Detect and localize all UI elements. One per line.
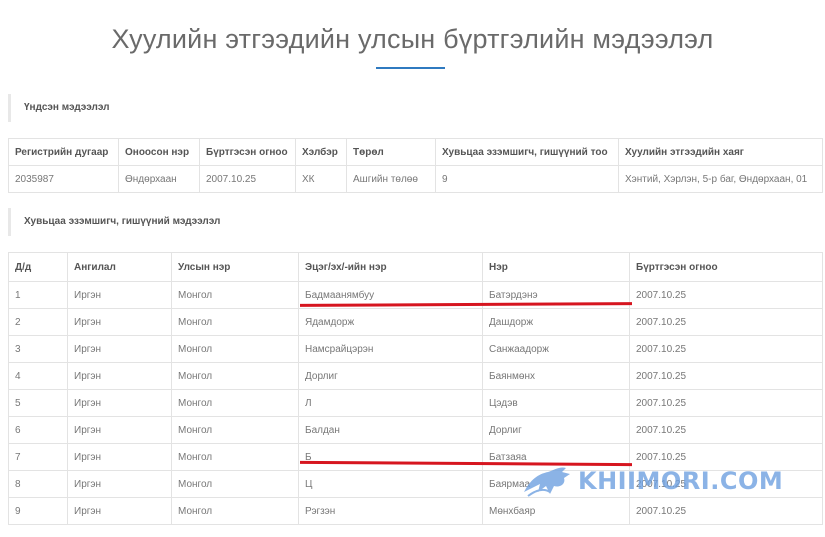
holder-category: Иргэн: [67, 470, 172, 498]
row-index: 9: [8, 497, 68, 525]
table-row: 2 Иргэн Монгол Ядамдорж Дашдорж 2007.10.…: [8, 308, 823, 336]
holder-category: Иргэн: [67, 335, 172, 363]
entity-form: ХК: [295, 165, 347, 193]
holder-category: Иргэн: [67, 497, 172, 525]
holder-parent-name: Дорлиг: [298, 362, 483, 390]
table-row: 6 Иргэн Монгол Балдан Дорлиг 2007.10.25: [8, 416, 823, 444]
holder-registration-date: 2007.10.25: [629, 389, 823, 417]
column-header: Хувьцаа эзэмшигч, гишүүний тоо: [435, 138, 619, 166]
holders-info-heading: Хувьцаа эзэмшигч, гишүүний мэдээлэл: [8, 208, 823, 236]
holder-country: Монгол: [171, 470, 299, 498]
column-header: Д/д: [8, 252, 68, 282]
table-header-row: Регистрийн дугаар Оноосон нэр Бүртгэсэн …: [8, 138, 823, 166]
row-index: 8: [8, 470, 68, 498]
column-header: Бүртгэсэн огноо: [629, 252, 823, 282]
entity-name: Өндөрхаан: [118, 165, 200, 193]
column-header: Бүртгэсэн огноо: [199, 138, 296, 166]
table-header-row: Д/д Ангилал Улсын нэр Эцэг/эх/-ийн нэр Н…: [8, 252, 823, 282]
column-header: Эцэг/эх/-ийн нэр: [298, 252, 483, 282]
horse-icon: [524, 467, 570, 497]
registration-number: 2035987: [8, 165, 119, 193]
row-index: 2: [8, 308, 68, 336]
row-index: 1: [8, 281, 68, 309]
member-count: 9: [435, 165, 619, 193]
row-index: 6: [8, 416, 68, 444]
holder-registration-date: 2007.10.25: [629, 416, 823, 444]
column-header: Нэр: [482, 252, 630, 282]
row-index: 4: [8, 362, 68, 390]
watermark-text: KHIIMORI.COM: [578, 467, 784, 495]
holder-country: Монгол: [171, 362, 299, 390]
table-row: 5 Иргэн Монгол Л Цэдэв 2007.10.25: [8, 389, 823, 417]
holder-parent-name: Намсрайцэрэн: [298, 335, 483, 363]
table-row: 3 Иргэн Монгол Намсрайцэрэн Санжаадорж 2…: [8, 335, 823, 363]
holder-country: Монгол: [171, 389, 299, 417]
column-header: Оноосон нэр: [118, 138, 200, 166]
holder-parent-name: Б: [298, 443, 483, 471]
registration-date: 2007.10.25: [199, 165, 296, 193]
holder-category: Иргэн: [67, 416, 172, 444]
holder-name: Цэдэв: [482, 389, 630, 417]
holder-country: Монгол: [171, 308, 299, 336]
column-header: Улсын нэр: [171, 252, 299, 282]
holder-category: Иргэн: [67, 443, 172, 471]
table-row: 4 Иргэн Монгол Дорлиг Баянмөнх 2007.10.2…: [8, 362, 823, 390]
holder-name: Дорлиг: [482, 416, 630, 444]
holder-country: Монгол: [171, 335, 299, 363]
holder-country: Монгол: [171, 497, 299, 525]
holder-category: Иргэн: [67, 308, 172, 336]
entity-type: Ашгийн төлөө: [346, 165, 436, 193]
table-row: 2035987 Өндөрхаан 2007.10.25 ХК Ашгийн т…: [8, 165, 823, 193]
basic-info-table: Регистрийн дугаар Оноосон нэр Бүртгэсэн …: [8, 138, 823, 193]
holder-registration-date: 2007.10.25: [629, 335, 823, 363]
column-header: Төрөл: [346, 138, 436, 166]
watermark-logo: KHIIMORI.COM: [520, 462, 810, 502]
column-header: Ангилал: [67, 252, 172, 282]
holder-parent-name: Ц: [298, 470, 483, 498]
basic-info-heading: Үндсэн мэдээлэл: [8, 94, 823, 122]
column-header: Регистрийн дугаар: [8, 138, 119, 166]
holder-parent-name: Ядамдорж: [298, 308, 483, 336]
column-header: Хэлбэр: [295, 138, 347, 166]
holder-country: Монгол: [171, 416, 299, 444]
holder-name: Баянмөнх: [482, 362, 630, 390]
row-index: 7: [8, 443, 68, 471]
holder-registration-date: 2007.10.25: [629, 308, 823, 336]
holder-parent-name: Л: [298, 389, 483, 417]
holder-country: Монгол: [171, 443, 299, 471]
holder-category: Иргэн: [67, 281, 172, 309]
holder-registration-date: 2007.10.25: [629, 281, 823, 309]
page-title: Хуулийн этгээдийн улсын бүртгэлийн мэдээ…: [111, 24, 714, 55]
holder-name: Санжаадорж: [482, 335, 630, 363]
holder-country: Монгол: [171, 281, 299, 309]
row-index: 5: [8, 389, 68, 417]
holder-category: Иргэн: [67, 389, 172, 417]
holder-category: Иргэн: [67, 362, 172, 390]
title-underline: [376, 67, 445, 69]
holder-parent-name: Рэгзэн: [298, 497, 483, 525]
column-header: Хуулийн этгээдийн хаяг: [618, 138, 823, 166]
holder-name: Дашдорж: [482, 308, 630, 336]
holder-parent-name: Балдан: [298, 416, 483, 444]
row-index: 3: [8, 335, 68, 363]
entity-address: Хэнтий, Хэрлэн, 5-р баг, Өндөрхаан, 01: [618, 165, 823, 193]
holder-registration-date: 2007.10.25: [629, 362, 823, 390]
